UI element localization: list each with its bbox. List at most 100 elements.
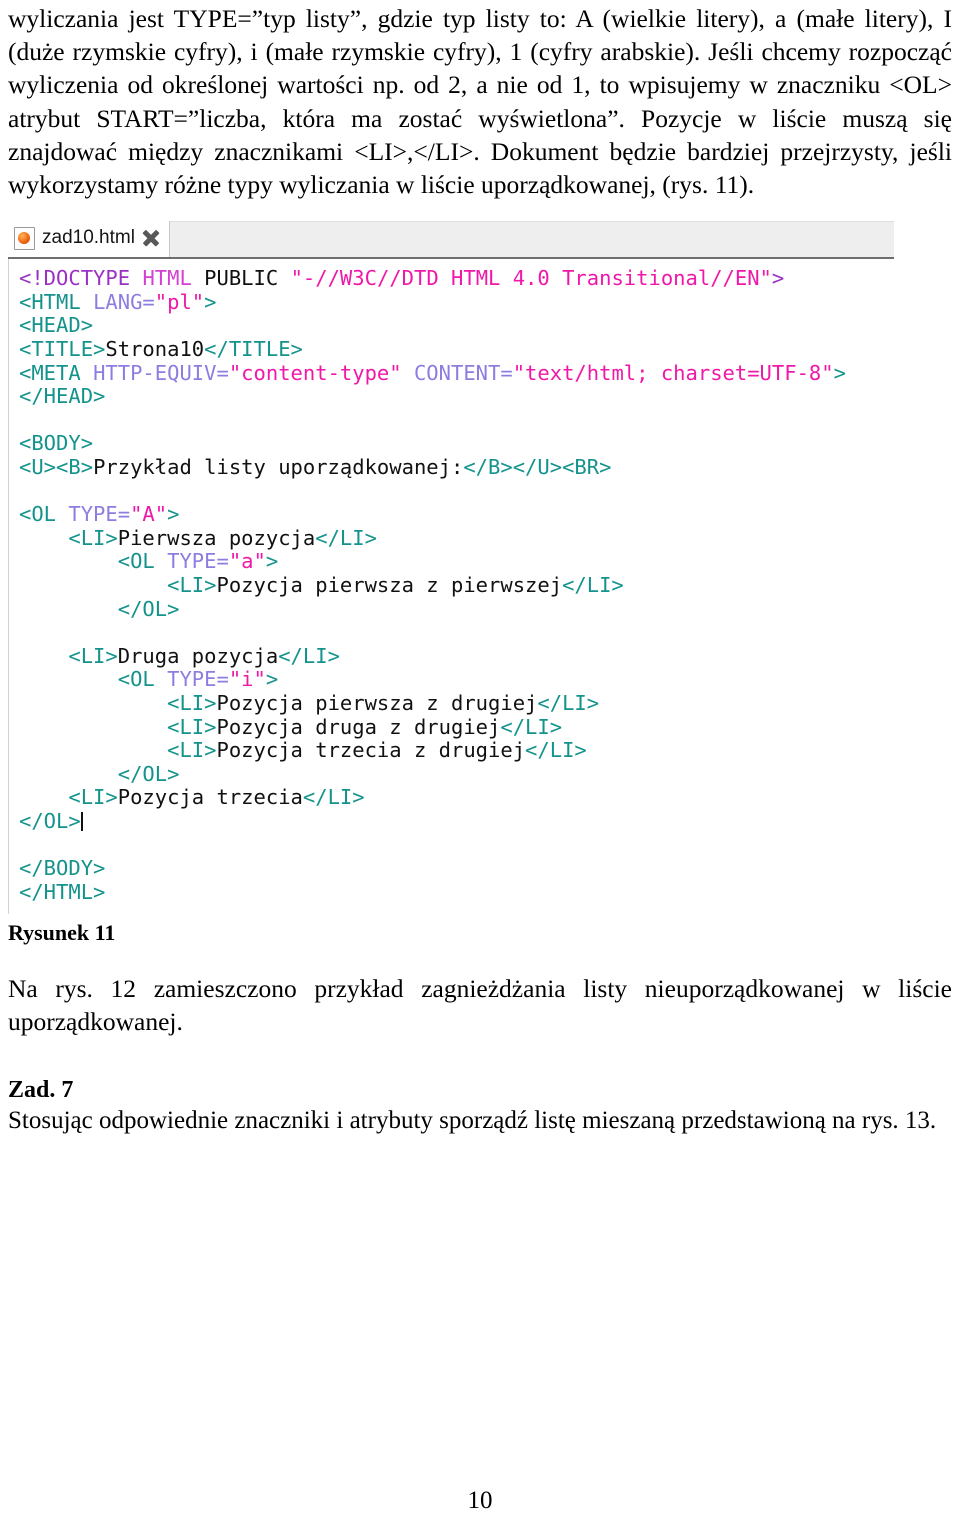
code-token: TYPE=: [167, 549, 229, 574]
code-token: </B></U><BR>: [463, 454, 612, 479]
code-line: </BODY>: [9, 856, 894, 881]
code-token: "content-type": [228, 360, 402, 385]
code-token: >: [265, 549, 279, 574]
code-token: Strona10: [105, 337, 205, 361]
document-page: wyliczania jest TYPE=”typ listy”, gdzie …: [0, 0, 960, 1537]
code-token: </LI>: [315, 525, 377, 550]
editor-tab-zad10-html[interactable]: zad10.html: [8, 219, 169, 258]
code-token: Pozycja trzecia z drugiej: [216, 738, 526, 763]
code-token: </TITLE>: [204, 337, 303, 361]
code-token: <LI>: [68, 785, 118, 810]
tab-bar-empty-area: [168, 221, 894, 258]
after-figure-paragraph: Na rys. 12 zamieszczono przykład zagnież…: [8, 974, 952, 1037]
code-line: </OL>: [9, 761, 894, 787]
code-token: <LI>: [167, 690, 217, 715]
code-token: TYPE=: [167, 667, 229, 692]
code-line: <LI>Pozycja druga z drugiej</LI>: [9, 714, 894, 740]
code-token: "text/html; charset=UTF-8": [512, 360, 834, 385]
code-token: >: [204, 289, 217, 314]
code-token: <HEAD>: [19, 313, 94, 338]
code-token: <LI>: [68, 525, 118, 550]
figure-caption: Rysunek 11: [8, 920, 116, 946]
code-line: <HEAD>: [9, 314, 894, 338]
code-line: <OL TYPE="i">: [9, 668, 894, 692]
code-token: "-//W3C//DTD HTML 4.0 Transitional//EN": [290, 266, 772, 291]
code-line: </OL>: [9, 808, 894, 834]
code-line: </HEAD>: [9, 384, 894, 409]
page-number: 10: [467, 1487, 493, 1514]
code-token: <LI>: [167, 714, 217, 739]
code-line: <BODY>: [9, 432, 894, 456]
code-token: "A": [130, 502, 168, 527]
code-token: </OL>: [117, 596, 180, 621]
intro-paragraph: wyliczania jest TYPE=”typ listy”, gdzie …: [8, 4, 952, 200]
code-token: </LI>: [562, 572, 624, 597]
task-text: Stosując odpowiednie znaczniki i atrybut…: [8, 1106, 937, 1134]
editor-tab-bar: zad10.html: [8, 219, 894, 260]
code-token: </LI>: [537, 690, 600, 715]
code-token: Pozycja trzecia: [117, 785, 303, 810]
code-editor-text-area[interactable]: <!DOCTYPE HTML PUBLIC "-//W3C//DTD HTML …: [8, 259, 894, 915]
code-line: <OL TYPE="A">: [9, 502, 894, 527]
code-token: <U><B>: [19, 454, 94, 479]
html-file-icon: [14, 226, 35, 250]
code-token: <META: [19, 360, 94, 385]
code-token: Pozycja pierwsza z drugiej: [216, 690, 538, 715]
editor-tab-label: zad10.html: [42, 227, 135, 249]
close-icon[interactable]: [142, 229, 161, 248]
code-line: <OL TYPE="a">: [9, 550, 894, 574]
code-token: >: [265, 667, 279, 692]
code-token: LANG=: [93, 289, 155, 314]
code-token: </OL>: [117, 761, 180, 786]
code-token: </HTML>: [19, 879, 106, 904]
code-token: CONTENT=: [413, 360, 513, 385]
code-line: <LI>Pozycja trzecia</LI>: [9, 785, 894, 810]
code-token: <BODY>: [19, 431, 94, 456]
code-token: </BODY>: [19, 856, 106, 881]
code-token: "i": [228, 667, 266, 692]
code-token: <TITLE>: [19, 337, 106, 361]
code-token: <HTML: [19, 289, 94, 314]
code-token: Pozycja druga z drugiej: [216, 714, 501, 739]
code-token: "a": [228, 549, 266, 574]
code-token: </LI>: [302, 785, 365, 810]
code-token: HTML: [142, 266, 192, 291]
code-token: PUBLIC: [191, 266, 291, 291]
code-token: <LI>: [167, 572, 217, 597]
code-line: <LI>Pozycja pierwsza z pierwszej</LI>: [9, 572, 894, 598]
code-line: <LI>Pozycja pierwsza z drugiej</LI>: [9, 690, 894, 716]
code-line: <U><B>Przykład listy uporządkowanej:</B>…: [9, 454, 894, 480]
code-token: >: [771, 266, 785, 291]
code-token: </HEAD>: [19, 384, 106, 409]
code-line: </HTML>: [9, 879, 894, 905]
code-token: "pl": [154, 289, 205, 314]
code-token: Przykład listy uporządkowanej:: [93, 454, 464, 479]
code-line: <LI>Druga pozycja</LI>: [9, 643, 894, 669]
code-token: >: [833, 360, 846, 385]
code-token: </OL>: [19, 808, 81, 833]
code-line: <!DOCTYPE HTML PUBLIC "-//W3C//DTD HTML …: [9, 266, 894, 291]
code-token: <LI>: [68, 643, 118, 668]
code-line: <META HTTP-EQUIV="content-type" CONTENT=…: [9, 360, 894, 386]
code-token: <OL: [117, 667, 168, 692]
code-token: HTTP-EQUIV=: [93, 360, 229, 385]
code-token: Druga pozycja: [117, 643, 279, 668]
text-cursor: [80, 811, 83, 831]
